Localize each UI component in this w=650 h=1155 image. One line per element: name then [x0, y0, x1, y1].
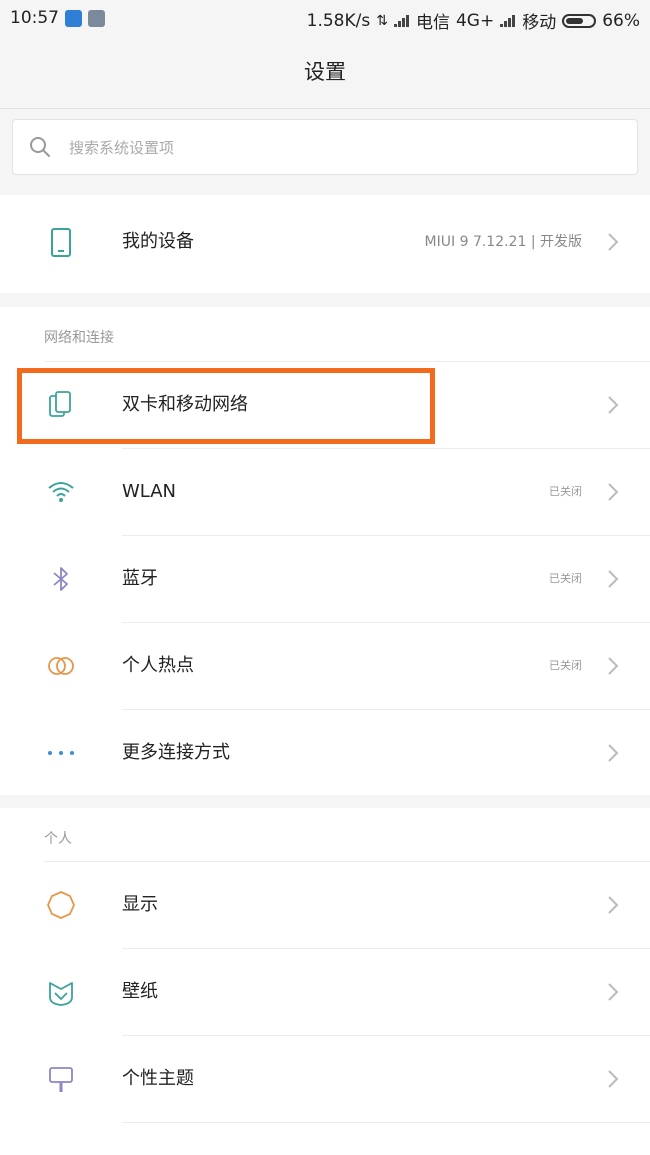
divider	[122, 1122, 650, 1123]
chevron-right-icon	[608, 483, 619, 501]
device-card: 我的设备 MIUI 9 7.12.21 | 开发版	[0, 195, 650, 293]
row-label: 蓝牙	[122, 568, 158, 589]
row-label: 更多连接方式	[122, 742, 230, 763]
row-label: WLAN	[122, 481, 177, 502]
battery-icon	[562, 13, 597, 28]
row-dual-sim[interactable]: 双卡和移动网络	[0, 362, 650, 448]
carrier-1: 电信	[415, 13, 450, 33]
notification-app-icon	[65, 9, 82, 27]
search-icon	[30, 137, 50, 157]
row-value: 已关闭	[549, 572, 582, 585]
row-value: 已关闭	[549, 659, 582, 672]
row-label: 显示	[122, 894, 158, 915]
status-bar: 10:57 1.58K/s ⇅ 电信 4G+ 移动 66%	[0, 0, 650, 36]
network-speed: 1.58K/s	[306, 10, 371, 31]
signal-icon	[500, 14, 516, 27]
chevron-right-icon	[608, 570, 619, 588]
row-label: 个人热点	[122, 655, 194, 676]
row-display[interactable]: 显示	[0, 862, 650, 948]
chevron-right-icon	[608, 1070, 619, 1088]
row-label: 双卡和移动网络	[122, 394, 248, 415]
chevron-right-icon	[608, 744, 619, 762]
theme-icon	[49, 1067, 73, 1092]
row-more-connections[interactable]: 更多连接方式	[0, 710, 650, 796]
row-theme[interactable]: 个性主题	[0, 1036, 650, 1122]
personal-section: 个人 显示 壁纸 个性主题	[0, 808, 650, 1155]
data-arrows-icon: ⇅	[376, 12, 388, 29]
row-hotspot[interactable]: 个人热点 已关闭	[0, 623, 650, 709]
search-area	[0, 109, 650, 187]
phone-icon	[51, 228, 71, 257]
row-value: 已关闭	[549, 485, 582, 498]
network-section: 网络和连接 双卡和移动网络 WLAN 已关闭 蓝牙 已关闭 个人热点 已关闭 更…	[0, 307, 650, 795]
chevron-right-icon	[608, 657, 619, 675]
section-header-network: 网络和连接	[44, 330, 114, 346]
search-box[interactable]	[12, 119, 638, 175]
battery-percent: 66%	[602, 10, 640, 31]
hotspot-icon	[48, 657, 74, 675]
row-wlan[interactable]: WLAN 已关闭	[0, 449, 650, 535]
signal-icon	[393, 14, 410, 27]
wifi-icon	[48, 482, 74, 502]
section-header-personal: 个人	[44, 831, 72, 847]
search-input[interactable]	[67, 132, 611, 164]
row-wallpaper[interactable]: 壁纸	[0, 949, 650, 1035]
display-icon	[47, 891, 75, 919]
chevron-right-icon	[608, 233, 619, 251]
notification-gallery-icon	[88, 9, 105, 27]
chevron-right-icon	[608, 396, 619, 414]
device-version: MIUI 9 7.12.21 | 开发版	[424, 234, 582, 250]
wallpaper-icon	[49, 982, 73, 1006]
row-label: 壁纸	[122, 981, 158, 1002]
carrier-2: 移动	[522, 13, 557, 33]
chevron-right-icon	[608, 896, 619, 914]
status-time: 10:57	[10, 8, 59, 28]
row-label: 个性主题	[122, 1068, 194, 1089]
dual-sim-icon	[49, 391, 71, 417]
network-type: 4G+	[455, 10, 495, 31]
page-title: 设置	[0, 36, 650, 109]
row-bluetooth[interactable]: 蓝牙 已关闭	[0, 536, 650, 622]
bluetooth-icon	[53, 567, 68, 591]
chevron-right-icon	[608, 983, 619, 1001]
more-dots-icon	[48, 751, 74, 755]
my-device-row[interactable]: 我的设备 MIUI 9 7.12.21 | 开发版	[0, 199, 650, 285]
my-device-label: 我的设备	[122, 231, 194, 252]
